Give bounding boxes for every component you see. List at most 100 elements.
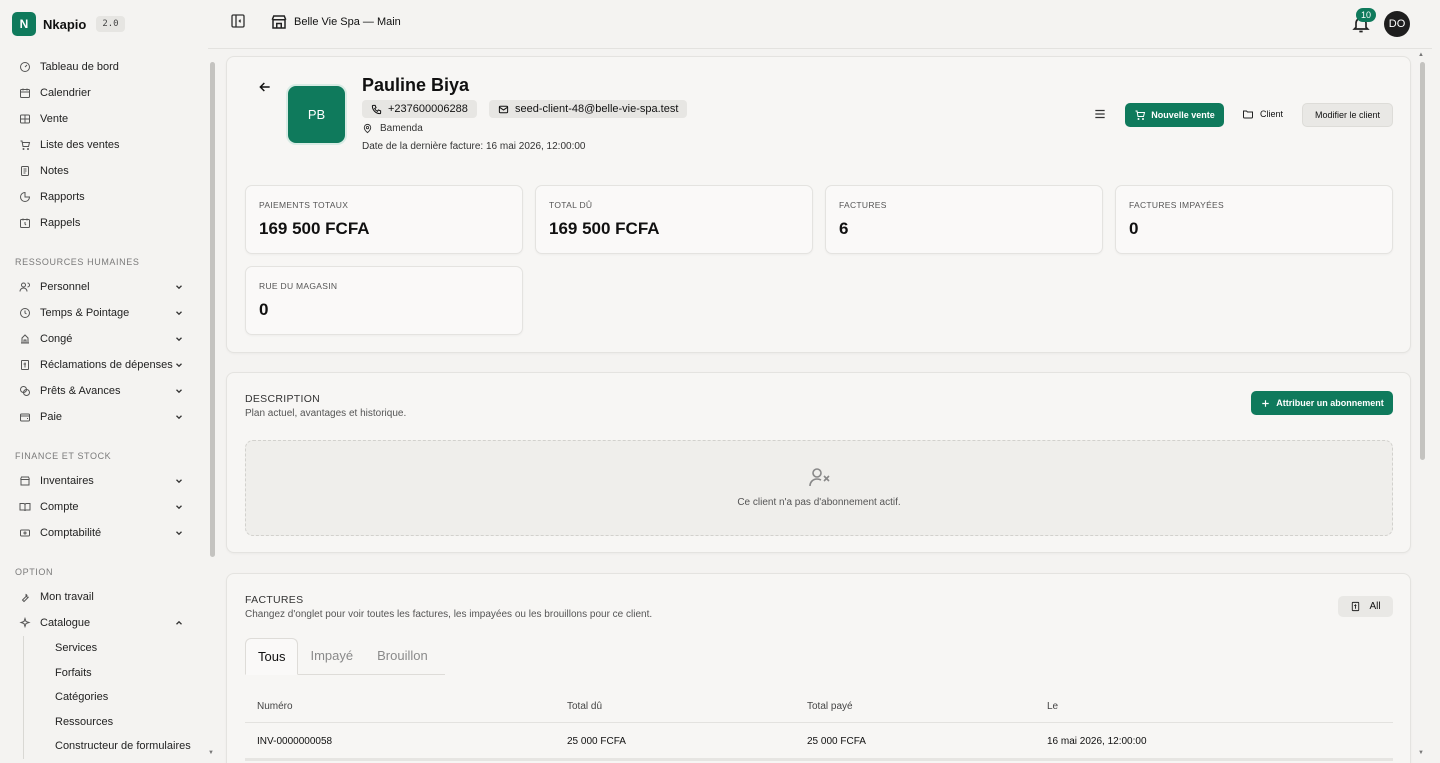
- chevron-down-icon: [176, 389, 182, 394]
- new-sale-button[interactable]: Nouvelle vente: [1125, 103, 1224, 127]
- invoice-filter-button[interactable]: All: [1338, 596, 1393, 617]
- email-chip[interactable]: seed-client-48@belle-vie-spa.test: [489, 100, 688, 118]
- stat-store-street: Rue du magasin 0: [245, 266, 523, 335]
- invoice-number[interactable]: INV-0000000058: [257, 736, 332, 747]
- brand-name: Nkapio: [43, 16, 87, 32]
- main-scroll-up-icon[interactable]: ▲: [1418, 52, 1424, 58]
- sidebar-item-sales-list[interactable]: Liste des ventes: [0, 132, 200, 158]
- invoices-card: Factures Changez d'onglet pour voir tout…: [226, 573, 1411, 763]
- sidebar-item-catalogue[interactable]: Catalogue: [0, 610, 200, 636]
- notes-icon: [18, 165, 31, 178]
- sidebar-item-loans[interactable]: Prêts & Avances: [0, 378, 200, 404]
- cart-icon: [18, 139, 31, 152]
- sidebar-item-label: Compte: [40, 501, 79, 513]
- column-header-total-paid[interactable]: Total payé: [807, 701, 853, 712]
- subscription-title: Description: [245, 393, 321, 405]
- sidebar-item-my-work[interactable]: Mon travail: [0, 584, 200, 610]
- column-header-number[interactable]: Numéro: [257, 701, 293, 712]
- sidebar-item-notes[interactable]: Notes: [0, 158, 200, 184]
- sidebar: N Nkapio 2.0 Tableau de bord Calendrier …: [0, 0, 215, 763]
- menu-icon[interactable]: [1093, 107, 1107, 121]
- back-arrow-icon[interactable]: [257, 79, 273, 95]
- sidebar-item-leave[interactable]: Congé: [0, 326, 200, 352]
- stat-label: Factures: [839, 200, 887, 210]
- brand[interactable]: N Nkapio 2.0: [12, 12, 125, 36]
- chevron-down-icon: [176, 505, 182, 510]
- submenu-item-packages[interactable]: Forfaits: [0, 661, 200, 686]
- chevron-down-icon: [176, 479, 182, 484]
- sidebar-item-reminders[interactable]: Rappels: [0, 210, 200, 236]
- chevron-down-icon: [176, 337, 182, 342]
- plus-icon: [1262, 399, 1269, 407]
- sidebar-item-account[interactable]: Compte: [0, 494, 200, 520]
- catalogue-submenu: Services Forfaits Catégories Ressources …: [0, 636, 200, 759]
- store-icon: [271, 15, 287, 29]
- calendar-icon: [18, 87, 31, 100]
- client-button[interactable]: Client: [1242, 108, 1283, 120]
- empty-subscription-state: Ce client n'a pas d'abonnement actif.: [245, 440, 1393, 536]
- client-location: Bamenda: [362, 123, 423, 134]
- store-icon: [18, 475, 31, 488]
- submenu-item-form-builder[interactable]: Constructeur de formulaires: [0, 734, 200, 759]
- sidebar-item-reports[interactable]: Rapports: [0, 184, 200, 210]
- clock-icon: [18, 307, 31, 320]
- sidebar-item-expenses[interactable]: Réclamations de dépenses: [0, 352, 200, 378]
- chevron-down-icon: [176, 415, 182, 420]
- client-email: seed-client-48@belle-vie-spa.test: [515, 103, 679, 115]
- phone-chip[interactable]: +237600006288: [362, 100, 477, 118]
- folder-icon: [1243, 110, 1253, 119]
- client-phone: +237600006288: [388, 103, 468, 115]
- submenu-item-categories[interactable]: Catégories: [0, 685, 200, 710]
- table-row[interactable]: INV-0000000058 25 000 FCFA 25 000 FCFA 1…: [245, 729, 1393, 759]
- tab-unpaid[interactable]: Impayé: [298, 637, 365, 674]
- sidebar-item-label: Réclamations de dépenses: [40, 359, 173, 371]
- column-header-total-due[interactable]: Total dû: [567, 701, 602, 712]
- notification-badge: 10: [1356, 8, 1377, 22]
- tab-draft[interactable]: Brouillon: [365, 637, 440, 674]
- sidebar-item-dashboard[interactable]: Tableau de bord: [0, 54, 200, 80]
- sidebar-scroll-down-icon[interactable]: ▼: [208, 750, 214, 756]
- store-selector[interactable]: Belle Vie Spa — Main: [270, 13, 401, 31]
- users-icon: [18, 281, 31, 294]
- assign-subscription-button[interactable]: Attribuer un abonnement: [1251, 391, 1393, 415]
- invoices-title: Factures: [245, 594, 304, 606]
- submenu-item-resources[interactable]: Ressources: [0, 710, 200, 735]
- sidebar-item-payroll[interactable]: Paie: [0, 404, 200, 430]
- user-avatar[interactable]: DO: [1384, 11, 1410, 37]
- sidebar-item-label: Congé: [40, 333, 73, 345]
- client-avatar: PB: [288, 86, 345, 143]
- topbar: Belle Vie Spa — Main 10 DO: [208, 0, 1440, 48]
- client-city: Bamenda: [380, 123, 423, 134]
- sidebar-scrollbar[interactable]: [210, 62, 215, 557]
- sidebar-item-label: Paie: [40, 411, 63, 423]
- submenu-item-services[interactable]: Services: [0, 636, 200, 661]
- edit-client-button[interactable]: Modifier le client: [1302, 103, 1393, 127]
- assign-subscription-label: Attribuer un abonnement: [1276, 398, 1384, 408]
- store-name: Belle Vie Spa — Main: [294, 16, 401, 28]
- wrench-icon: [18, 591, 31, 604]
- client-name: Pauline Biya: [362, 75, 470, 95]
- sidebar-item-sale[interactable]: Vente: [0, 106, 200, 132]
- sidebar-item-inventories[interactable]: Inventaires: [0, 468, 200, 494]
- sidebar-item-staff[interactable]: Personnel: [0, 274, 200, 300]
- chevron-down-icon: [176, 311, 182, 316]
- sidebar-item-calendar[interactable]: Calendrier: [0, 80, 200, 106]
- stat-label: Total dû: [549, 200, 593, 210]
- receipt-icon: [1352, 601, 1360, 612]
- book-icon: [18, 501, 31, 514]
- empty-subscription-text: Ce client n'a pas d'abonnement actif.: [737, 497, 901, 508]
- main-scrollbar[interactable]: [1420, 62, 1425, 460]
- sidebar-item-time[interactable]: Temps & Pointage: [0, 300, 200, 326]
- tab-all[interactable]: Tous: [245, 638, 299, 675]
- main-scroll-down-icon[interactable]: ▼: [1418, 750, 1424, 756]
- brand-logo: N: [12, 12, 36, 36]
- sidebar-toggle-icon[interactable]: [230, 13, 246, 29]
- sparkles-icon: [18, 617, 31, 630]
- sidebar-item-label: Inventaires: [40, 475, 94, 487]
- sidebar-item-label: Comptabilité: [40, 527, 102, 539]
- sidebar-item-accounting[interactable]: Comptabilité: [0, 520, 200, 546]
- last-invoice-date: Date de la dernière facture: 16 mai 2026…: [362, 141, 586, 152]
- column-header-date[interactable]: Le: [1047, 701, 1058, 712]
- stat-value: 169 500 FCFA: [259, 219, 370, 238]
- receipt-icon: [18, 359, 31, 372]
